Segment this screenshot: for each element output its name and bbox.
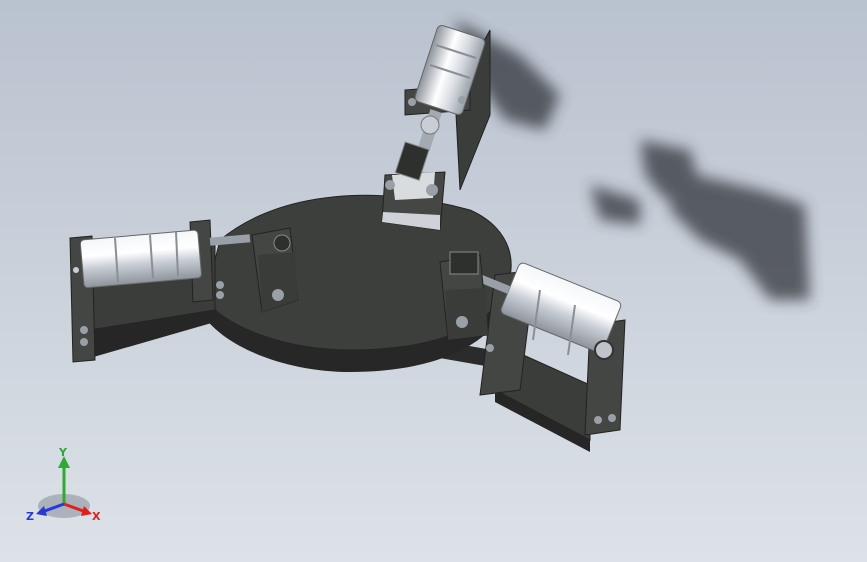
y-axis-label: Y <box>58 448 68 459</box>
z-axis-label: Z <box>26 510 34 523</box>
right-clamp-block[interactable] <box>439 251 489 341</box>
right-cylinder-assembly[interactable] <box>477 262 626 452</box>
view-orientation-triad: Y X Z <box>26 448 101 523</box>
top-clamp-block[interactable] <box>381 141 446 231</box>
assembly-model[interactable] <box>0 0 867 562</box>
cad-3d-viewport[interactable]: Y X Z <box>0 0 867 562</box>
x-axis-label: X <box>92 510 101 523</box>
